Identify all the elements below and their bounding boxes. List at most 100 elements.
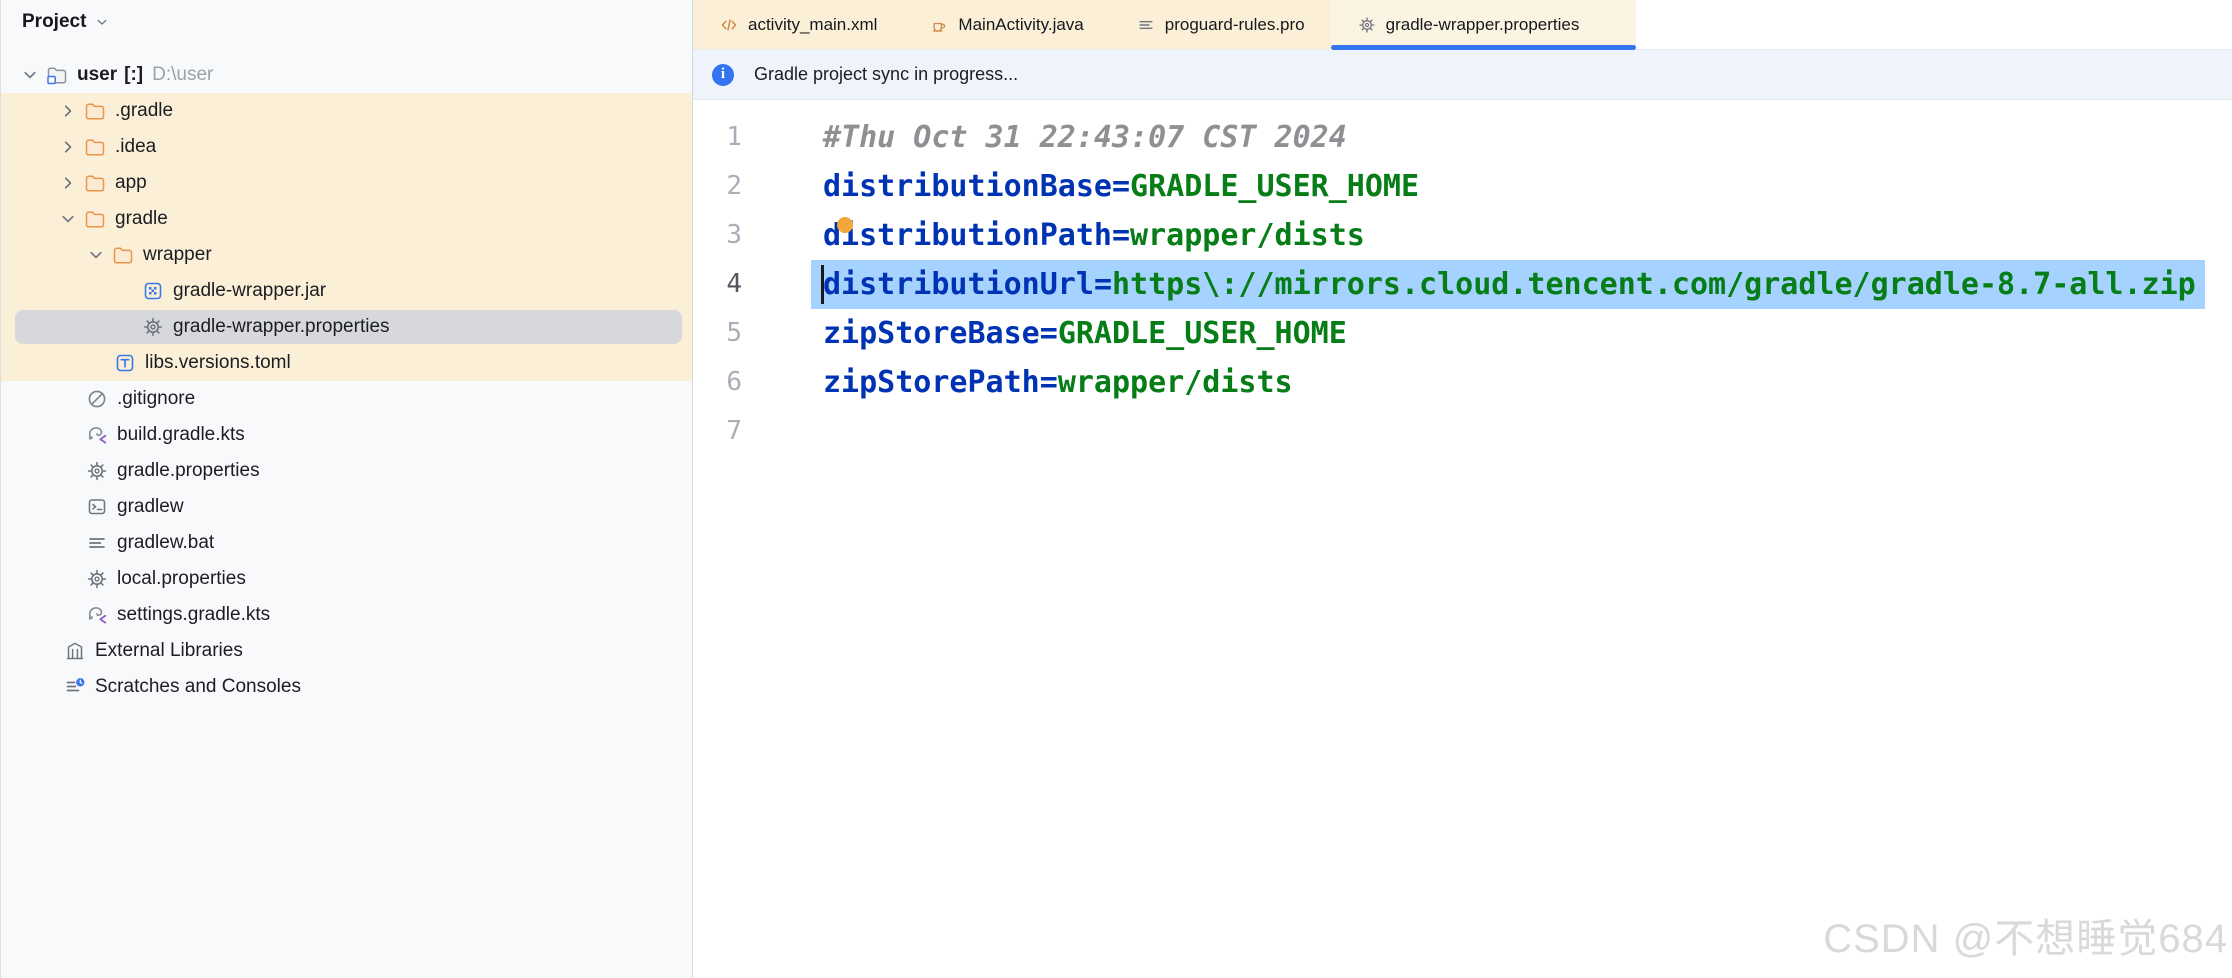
tab-label: activity_main.xml	[748, 15, 877, 35]
scratches-icon	[63, 675, 87, 699]
token-val: wrapper/dists	[1130, 218, 1365, 253]
folder-icon	[111, 243, 135, 267]
chevron-right-icon[interactable]	[57, 136, 79, 158]
code-line-4[interactable]: 4 distributionUrl=https\://mirrors.cloud.…	[693, 260, 2232, 309]
folder-icon	[83, 171, 107, 195]
gear-icon	[1357, 15, 1377, 35]
tree-item-user[interactable]: user [:] D:\user	[1, 57, 692, 93]
tree-item-app[interactable]: app	[1, 165, 692, 201]
close-icon[interactable]	[1593, 16, 1610, 33]
tree-item-libs-versions-toml[interactable]: libs.versions.toml	[1, 345, 692, 381]
tree-item-settings-gradle-kts[interactable]: settings.gradle.kts	[1, 597, 692, 633]
tree-item-label: user	[77, 64, 117, 86]
tree-item-gradlew-bat[interactable]: gradlew.bat	[1, 525, 692, 561]
xml-file-icon	[719, 15, 739, 35]
project-panel-title: Project	[22, 11, 86, 33]
token-val: GRADLE_USER_HOME	[1058, 316, 1347, 351]
tree-item-label: settings.gradle.kts	[117, 604, 270, 626]
chevron-right-icon[interactable]	[57, 172, 79, 194]
token-key: distributionBase	[823, 169, 1112, 204]
tree-item-wrapper[interactable]: wrapper	[1, 237, 692, 273]
external-libraries-icon	[63, 639, 87, 663]
jar-archive-icon	[141, 279, 165, 303]
marker-dot-icon	[837, 217, 853, 233]
code-line-2[interactable]: 2 distributionBase=GRADLE_USER_HOME	[693, 162, 2232, 211]
tree-item-label: gradlew.bat	[117, 532, 214, 554]
tree-item-label: .gradle	[115, 100, 173, 122]
chevron-down-icon[interactable]	[93, 13, 111, 31]
tree-item-gradlew[interactable]: gradlew	[1, 489, 692, 525]
gradle-kts-icon	[85, 423, 109, 447]
code-text: distributionUrl=https\://mirrors.cloud.t…	[823, 260, 2196, 309]
ide-window: Project user [:] D:\user .gradle .idea app gra…	[0, 0, 2232, 978]
tree-item-scratches-and-consoles[interactable]: Scratches and Consoles	[1, 669, 692, 705]
toml-file-icon	[113, 351, 137, 375]
text-file-icon	[1136, 15, 1156, 35]
tree-item-external-libraries[interactable]: External Libraries	[1, 633, 692, 669]
tree-item-label: app	[115, 172, 147, 194]
tree-item-local-properties[interactable]: local.properties	[1, 561, 692, 597]
token-key: distributionPath	[823, 218, 1112, 253]
info-icon: i	[712, 64, 734, 86]
token-val: wrapper/dists	[1058, 365, 1293, 400]
tree-item-label: local.properties	[117, 568, 246, 590]
tab-label: MainActivity.java	[958, 15, 1083, 35]
folder-icon	[83, 135, 107, 159]
text-caret	[821, 265, 824, 304]
code-line-3[interactable]: 3 distributionPath=wrapper/dists	[693, 211, 2232, 260]
chevron-down-icon[interactable]	[19, 64, 41, 86]
tree-item-gradle-wrapper-jar[interactable]: gradle-wrapper.jar	[1, 273, 692, 309]
line-number[interactable]: 3	[693, 211, 742, 260]
tab-activity-main-xml[interactable]: activity_main.xml	[693, 0, 903, 49]
line-number[interactable]: 5	[693, 309, 742, 358]
gitignore-icon	[85, 387, 109, 411]
module-badge: [:]	[124, 64, 143, 86]
tab-mainactivity-java[interactable]: MainActivity.java	[903, 0, 1109, 49]
tree-item--idea[interactable]: .idea	[1, 129, 692, 165]
tree-item-gradle-wrapper-properties[interactable]: gradle-wrapper.properties	[1, 309, 692, 345]
token-eq: =	[1094, 267, 1112, 302]
tree-item-label: build.gradle.kts	[117, 424, 245, 446]
code-text: distributionBase=GRADLE_USER_HOME	[823, 162, 1419, 211]
gradle-kts-icon	[85, 603, 109, 627]
tree-item-gradle[interactable]: gradle	[1, 201, 692, 237]
tab-label: proguard-rules.pro	[1165, 15, 1305, 35]
token-comment: #Thu Oct 31 22:43:07 CST 2024	[823, 120, 1347, 155]
code-text: zipStoreBase=GRADLE_USER_HOME	[823, 309, 1347, 358]
tab-gradle-wrapper-properties[interactable]: gradle-wrapper.properties	[1331, 0, 1637, 49]
line-number[interactable]: 7	[693, 407, 742, 456]
tree-item-label: libs.versions.toml	[145, 352, 291, 374]
line-number[interactable]: 4	[693, 260, 742, 309]
code-line-6[interactable]: 6 zipStorePath=wrapper/dists	[693, 358, 2232, 407]
tree-item-label: gradle-wrapper.properties	[173, 316, 390, 338]
chevron-down-icon[interactable]	[57, 208, 79, 230]
tree-item-label: .idea	[115, 136, 156, 158]
tree-item--gradle[interactable]: .gradle	[1, 93, 692, 129]
gear-icon	[141, 315, 165, 339]
tree-item-label: .gitignore	[117, 388, 195, 410]
code-text: distributionPath=wrapper/dists	[823, 211, 1365, 260]
code-line-7[interactable]: 7	[693, 407, 2232, 456]
project-path: D:\user	[152, 64, 213, 86]
token-eq: =	[1040, 316, 1058, 351]
project-tree: user [:] D:\user .gradle .idea app gradlewrapp…	[1, 57, 692, 705]
code-editor[interactable]: 1 #Thu Oct 31 22:43:07 CST 2024 2 distribut…	[693, 100, 2232, 978]
token-val: GRADLE_USER_HOME	[1130, 169, 1419, 204]
token-eq: =	[1112, 218, 1130, 253]
tree-item-gradle-properties[interactable]: gradle.properties	[1, 453, 692, 489]
tab-proguard-rules-pro[interactable]: proguard-rules.pro	[1110, 0, 1331, 49]
java-file-icon	[929, 15, 949, 35]
line-number[interactable]: 2	[693, 162, 742, 211]
code-text: zipStorePath=wrapper/dists	[823, 358, 1293, 407]
code-line-5[interactable]: 5 zipStoreBase=GRADLE_USER_HOME	[693, 309, 2232, 358]
tree-item-build-gradle-kts[interactable]: build.gradle.kts	[1, 417, 692, 453]
code-line-1[interactable]: 1 #Thu Oct 31 22:43:07 CST 2024	[693, 113, 2232, 162]
chevron-right-icon[interactable]	[57, 100, 79, 122]
line-number[interactable]: 1	[693, 113, 742, 162]
sync-notification-text: Gradle project sync in progress...	[754, 64, 1018, 85]
line-number[interactable]: 6	[693, 358, 742, 407]
text-file-icon	[85, 531, 109, 555]
chevron-down-icon[interactable]	[85, 244, 107, 266]
project-panel-header: Project	[1, 0, 692, 44]
tree-item--gitignore[interactable]: .gitignore	[1, 381, 692, 417]
